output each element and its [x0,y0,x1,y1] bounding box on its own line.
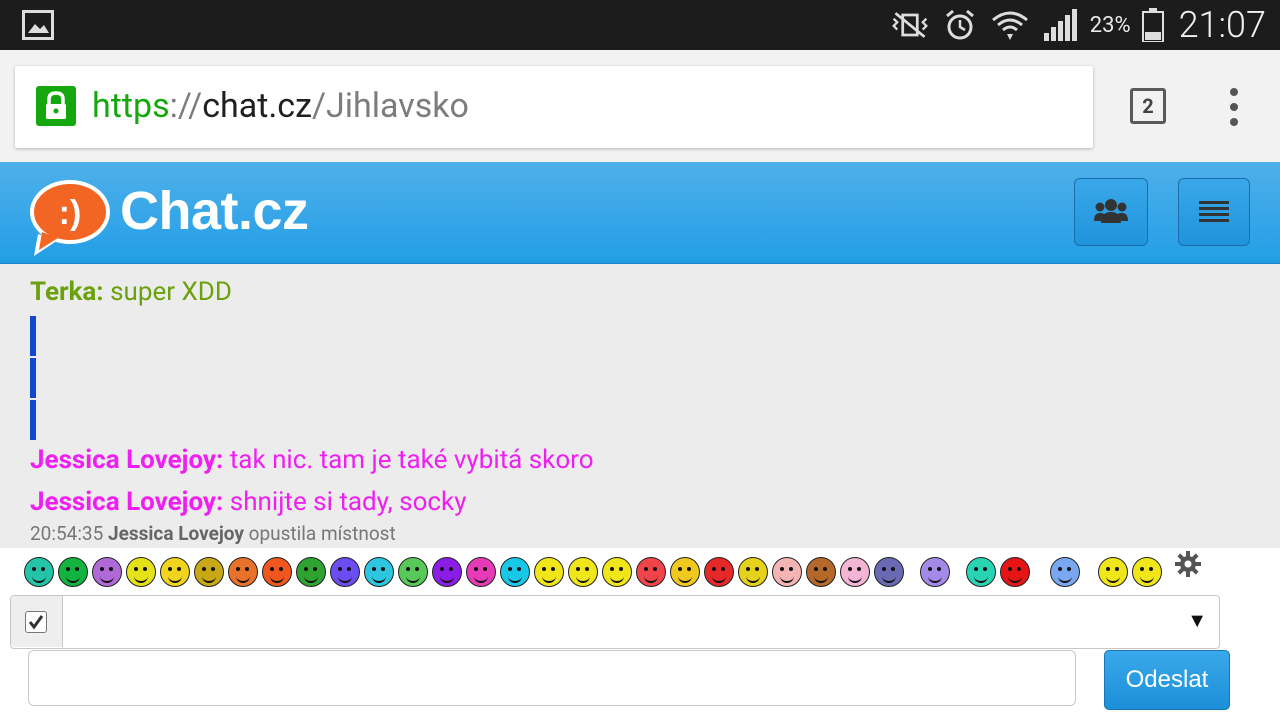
emoticon-icon[interactable] [534,557,564,587]
list-menu-icon [1199,201,1229,222]
emoticon-icon[interactable] [568,557,598,587]
checkbox-addon[interactable] [11,596,63,647]
emoticon-icon[interactable] [364,557,394,587]
vibrate-silent-icon [890,7,930,43]
app-title[interactable]: Chat.cz [120,180,309,242]
emoticon-icon[interactable] [1000,557,1030,587]
system-user: Jessica Lovejoy [108,522,244,545]
system-text: opustila místnost [243,522,396,545]
emoticon-icon[interactable] [738,557,768,587]
battery-percent: 23% [1089,12,1131,38]
overflow-menu-icon[interactable] [1222,87,1246,127]
emoticon-icon[interactable] [262,557,292,587]
users-button[interactable] [1074,178,1148,246]
emoticon-icon[interactable] [24,557,54,587]
message-text: shnijte si tady, socky [223,487,467,517]
address-bar[interactable]: https://chat.cz/Jihlavsko [15,66,1093,148]
emoticon-icon[interactable] [874,557,904,587]
emoticon-icon[interactable] [636,557,666,587]
url-scheme: https [92,86,170,126]
status-icons: 23% 21:07 [890,0,1266,50]
url-path: /Jihlavsko [311,86,469,126]
logo-text: :) [59,194,82,232]
emoticon-icon[interactable] [704,557,734,587]
url-host: chat.cz [202,86,312,126]
emoticon-icon[interactable] [432,557,462,587]
emoticon-icon[interactable] [466,557,496,587]
private-checkbox[interactable] [25,611,47,633]
send-button[interactable]: Odeslat [1104,650,1230,710]
chat-message: Terka: super XDD [30,276,232,308]
emoticon-icon[interactable] [330,557,360,587]
emoticon-icon[interactable] [92,557,122,587]
emoticon-icon[interactable] [500,557,530,587]
emoticon-icon[interactable] [296,557,326,587]
chat-message: Jessica Lovejoy: tak nic. tam je také vy… [30,444,594,476]
recipient-select[interactable]: ▼ [10,595,1220,649]
emoticon-icon[interactable] [58,557,88,587]
url-separator: :// [169,86,203,126]
emoticon-icon[interactable] [1132,557,1162,587]
image-icon [22,10,54,40]
emoticon-icon[interactable] [920,557,950,587]
message-divider [30,358,36,398]
emoticon-icon[interactable] [1098,557,1128,587]
emoticon-bar [0,548,1250,590]
wifi-icon [990,7,1030,43]
emoticon-icon[interactable] [772,557,802,587]
url-text: https://chat.cz/Jihlavsko [92,85,469,127]
signal-icon [1040,7,1080,43]
system-time: 20:54:35 [30,522,104,545]
message-divider [30,400,36,440]
message-author[interactable]: Jessica Lovejoy: [30,445,223,475]
message-author[interactable]: Terka: [30,277,104,307]
tab-switcher-button[interactable]: 2 [1130,88,1166,124]
emoticon-icon[interactable] [602,557,632,587]
app-header: :) Chat.cz [0,162,1280,264]
message-author[interactable]: Jessica Lovejoy: [30,487,223,517]
chevron-down-icon[interactable]: ▼ [1187,608,1207,633]
emoticon-icon[interactable] [228,557,258,587]
emoticon-icon[interactable] [126,557,156,587]
message-text: tak nic. tam je také vybitá skoro [223,445,594,475]
message-text: super XDD [103,277,232,307]
status-bar: 23% 21:07 [0,0,1280,50]
lock-icon [36,86,76,126]
chat-message: Jessica Lovejoy: shnijte si tady, socky [30,486,467,518]
emoticon-icon[interactable] [160,557,190,587]
message-divider [30,316,36,356]
emoticon-icon[interactable] [398,557,428,587]
chat-logo-icon[interactable]: :) [28,176,112,260]
emoticon-icon[interactable] [670,557,700,587]
gear-icon[interactable] [1174,550,1202,578]
clock: 21:07 [1178,4,1266,46]
battery-icon [1141,7,1165,43]
check-icon [28,615,44,630]
browser-toolbar: https://chat.cz/Jihlavsko 2 [0,50,1280,162]
message-input[interactable] [28,650,1076,706]
emoticon-icon[interactable] [840,557,870,587]
emoticon-icon[interactable] [966,557,996,587]
users-icon [1094,199,1128,223]
system-message: 20:54:35 Jessica Lovejoy opustila místno… [30,522,396,545]
chat-messages[interactable]: Terka: super XDD Jessica Lovejoy: tak ni… [0,264,1280,548]
menu-button[interactable] [1178,178,1250,246]
alarm-icon [940,7,980,43]
emoticon-icon[interactable] [806,557,836,587]
emoticon-icon[interactable] [1050,557,1080,587]
emoticon-icon[interactable] [194,557,224,587]
